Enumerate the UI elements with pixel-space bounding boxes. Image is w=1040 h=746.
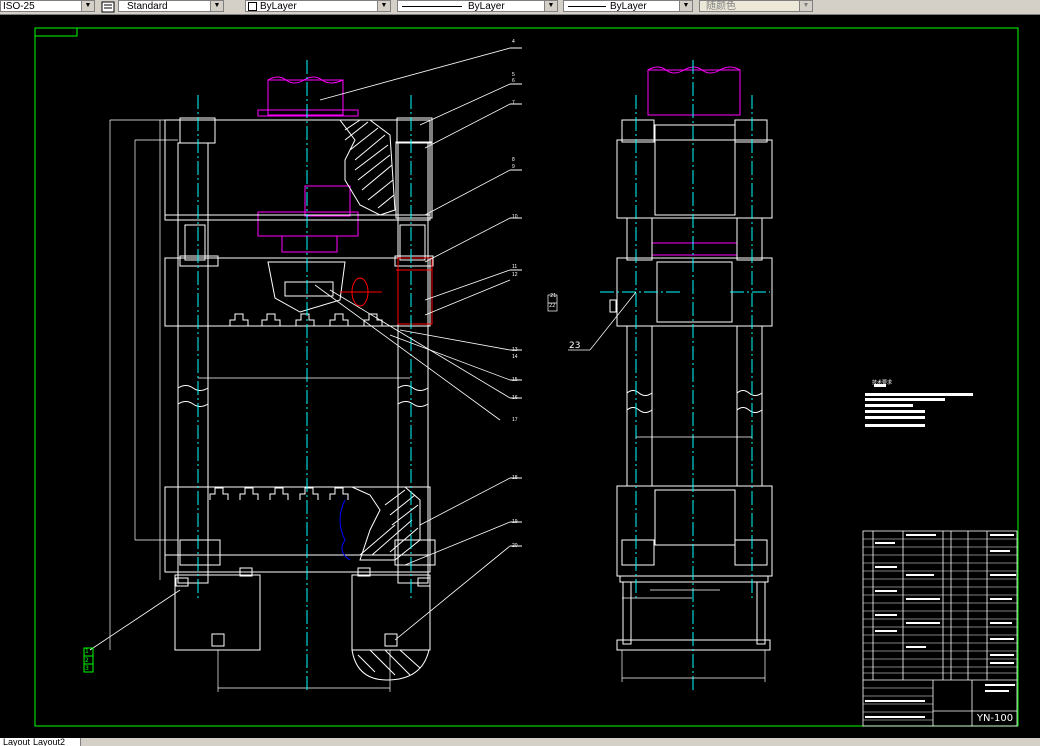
text-style-icon[interactable] (101, 0, 115, 13)
line-preview (402, 6, 462, 7)
balloon: 9 (512, 164, 515, 170)
left-balloon-1: 1 (85, 648, 89, 655)
lineweight-dropdown[interactable]: ByLayer ▼ (563, 0, 693, 12)
guide-sleeve (340, 257, 433, 325)
drawing-border (34, 27, 1019, 727)
dimension-style-value: ISO-25 (3, 1, 35, 12)
side-dimensions (547, 291, 766, 682)
text-style-value: Standard (127, 1, 168, 12)
dimension-style-dropdown[interactable]: ISO-25 ▼ (0, 0, 95, 12)
chevron-down-icon[interactable]: ▼ (544, 1, 557, 11)
bed-hatch (359, 489, 419, 556)
balloon: 4 (512, 39, 515, 45)
side-balloon-label: 23 (569, 341, 581, 351)
layout-tabs: Layout1 Layout2 (0, 738, 1040, 746)
chevron-down-icon[interactable]: ▼ (679, 1, 692, 11)
foot-hatch (357, 649, 421, 676)
chevron-down-icon[interactable]: ▼ (799, 1, 812, 11)
linetype-value: ByLayer (468, 1, 505, 12)
tab-layout2[interactable]: Layout2 (30, 738, 81, 746)
drawing-number: YN-100 (976, 713, 1014, 724)
side-balloon-stack-top: 21 (550, 293, 557, 299)
balloon: 13 (512, 347, 518, 353)
technical-requirements (865, 384, 973, 427)
upper-beam-hatch (339, 119, 396, 216)
line-preview (568, 6, 606, 7)
drawing-canvas[interactable]: YN-100 技术要求 23 21 22 1 2 3 4 5 6 7 8 9 1… (0, 14, 1040, 738)
lineweight-value: ByLayer (610, 1, 647, 12)
side-centerlines (600, 60, 770, 690)
balloon: 16 (512, 395, 518, 401)
properties-toolbar: ISO-25 ▼ Standard ▼ ByLayer ▼ ByLayer ▼ … (0, 0, 1040, 15)
linetype-dropdown[interactable]: ByLayer ▼ (397, 0, 558, 12)
plot-style-dropdown[interactable]: 随颜色 ▼ (699, 0, 813, 12)
side-balloon-stack-bottom: 22 (549, 303, 556, 309)
balloon: 15 (512, 377, 518, 383)
balloon: 8 (512, 157, 515, 163)
balloon: 14 (512, 354, 518, 360)
front-view (164, 76, 436, 681)
text-style-dropdown[interactable]: Standard ▼ (118, 0, 224, 12)
balloon: 7 (512, 100, 515, 106)
tab-layout1[interactable]: Layout1 (0, 738, 35, 746)
front-balloon-list: 4 5 6 7 8 9 10 11 12 13 14 15 16 17 18 1… (512, 14, 524, 738)
chevron-down-icon[interactable]: ▼ (210, 1, 223, 11)
balloon: 20 (512, 543, 518, 549)
parts-list-fill (865, 534, 1016, 718)
layer-value: ByLayer (260, 1, 297, 12)
front-leaders (89, 47, 511, 651)
tech-req-title: 技术要求 (872, 380, 893, 386)
balloon: 18 (512, 475, 518, 481)
layer-dropdown[interactable]: ByLayer ▼ (245, 0, 391, 12)
balloon: 12 (512, 272, 518, 278)
balloon: 11 (512, 264, 518, 270)
balloon: 17 (512, 417, 518, 423)
parts-list (862, 530, 1018, 727)
front-centerlines (197, 60, 412, 690)
balloon: 19 (512, 519, 518, 525)
cylinder-top (257, 76, 359, 253)
color-swatch-icon (248, 1, 257, 11)
balloon: 6 (512, 78, 515, 84)
balloon: 10 (512, 214, 518, 220)
side-view (609, 66, 773, 651)
left-balloon-2: 2 (85, 657, 89, 664)
chevron-down-icon[interactable]: ▼ (377, 1, 390, 11)
drawing-border-corner (35, 28, 78, 37)
left-balloon-3: 3 (85, 665, 89, 672)
chevron-down-icon[interactable]: ▼ (81, 1, 94, 11)
plot-style-value: 随颜色 (706, 1, 736, 12)
